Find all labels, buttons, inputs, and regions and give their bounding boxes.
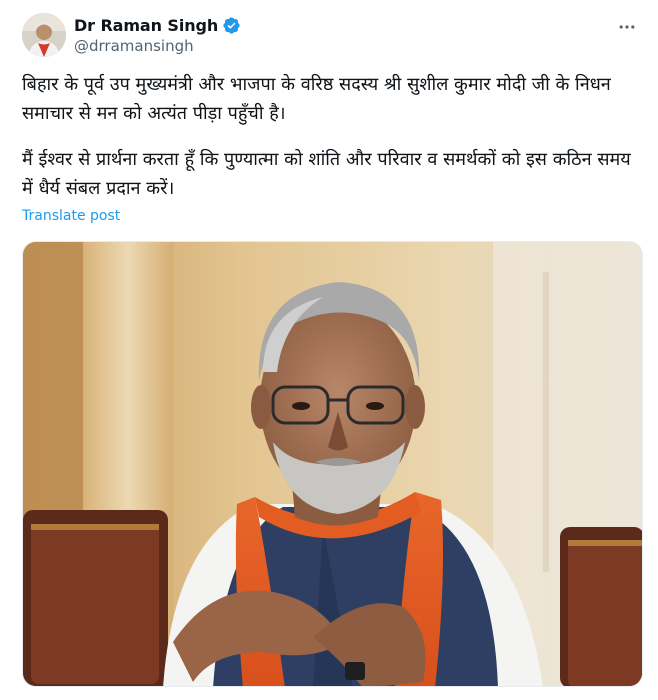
author-display-name[interactable]: Dr Raman Singh <box>74 16 218 35</box>
author-handle[interactable]: @drramansingh <box>74 37 241 55</box>
translate-post-link[interactable]: Translate post <box>22 208 120 224</box>
tweet-card: Dr Raman Singh @drramansingh बिहार के पू… <box>0 0 658 700</box>
verified-badge-icon <box>222 16 241 35</box>
tweet-header: Dr Raman Singh @drramansingh <box>22 13 644 61</box>
more-options-button[interactable] <box>610 13 644 41</box>
avatar[interactable] <box>22 13 66 57</box>
author-block: Dr Raman Singh @drramansingh <box>74 15 241 55</box>
tweet-text: बिहार के पूर्व उप मुख्यमंत्री और भाजपा क… <box>22 70 636 220</box>
tweet-paragraph: बिहार के पूर्व उप मुख्यमंत्री और भाजपा क… <box>22 74 611 124</box>
author-name-row: Dr Raman Singh <box>74 15 241 35</box>
tweet-paragraph: मैं ईश्वर से प्रार्थना करता हूँ कि पुण्य… <box>22 149 631 199</box>
tweet-media-photo[interactable] <box>22 241 643 687</box>
more-horizontal-icon <box>619 25 635 29</box>
avatar-image <box>22 13 66 57</box>
portrait-photo <box>23 242 642 686</box>
